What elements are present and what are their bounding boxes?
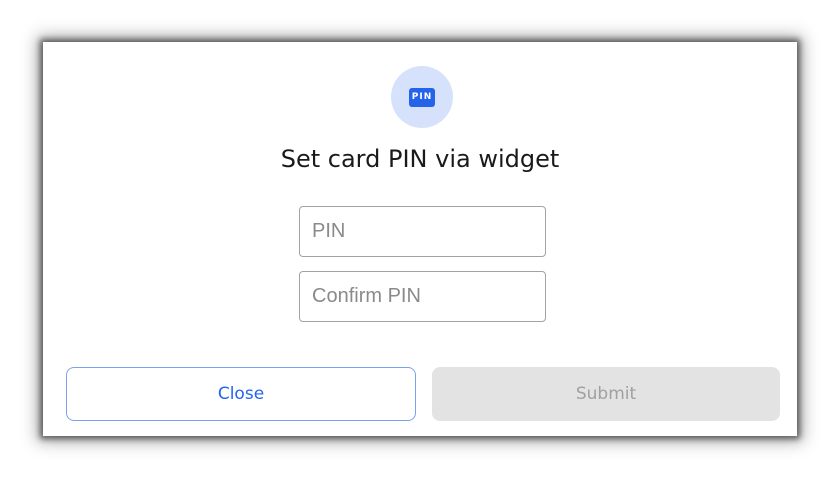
pin-input[interactable] xyxy=(299,206,546,257)
submit-button[interactable]: Submit xyxy=(432,367,780,421)
dialog-title: Set card PIN via widget xyxy=(280,145,560,173)
pin-icon: PIN xyxy=(409,87,435,107)
confirm-pin-input[interactable] xyxy=(299,271,546,322)
pin-badge: PIN xyxy=(391,66,453,128)
set-pin-dialog: PIN Set card PIN via widget Close Submit xyxy=(43,42,797,436)
close-button[interactable]: Close xyxy=(66,367,416,421)
